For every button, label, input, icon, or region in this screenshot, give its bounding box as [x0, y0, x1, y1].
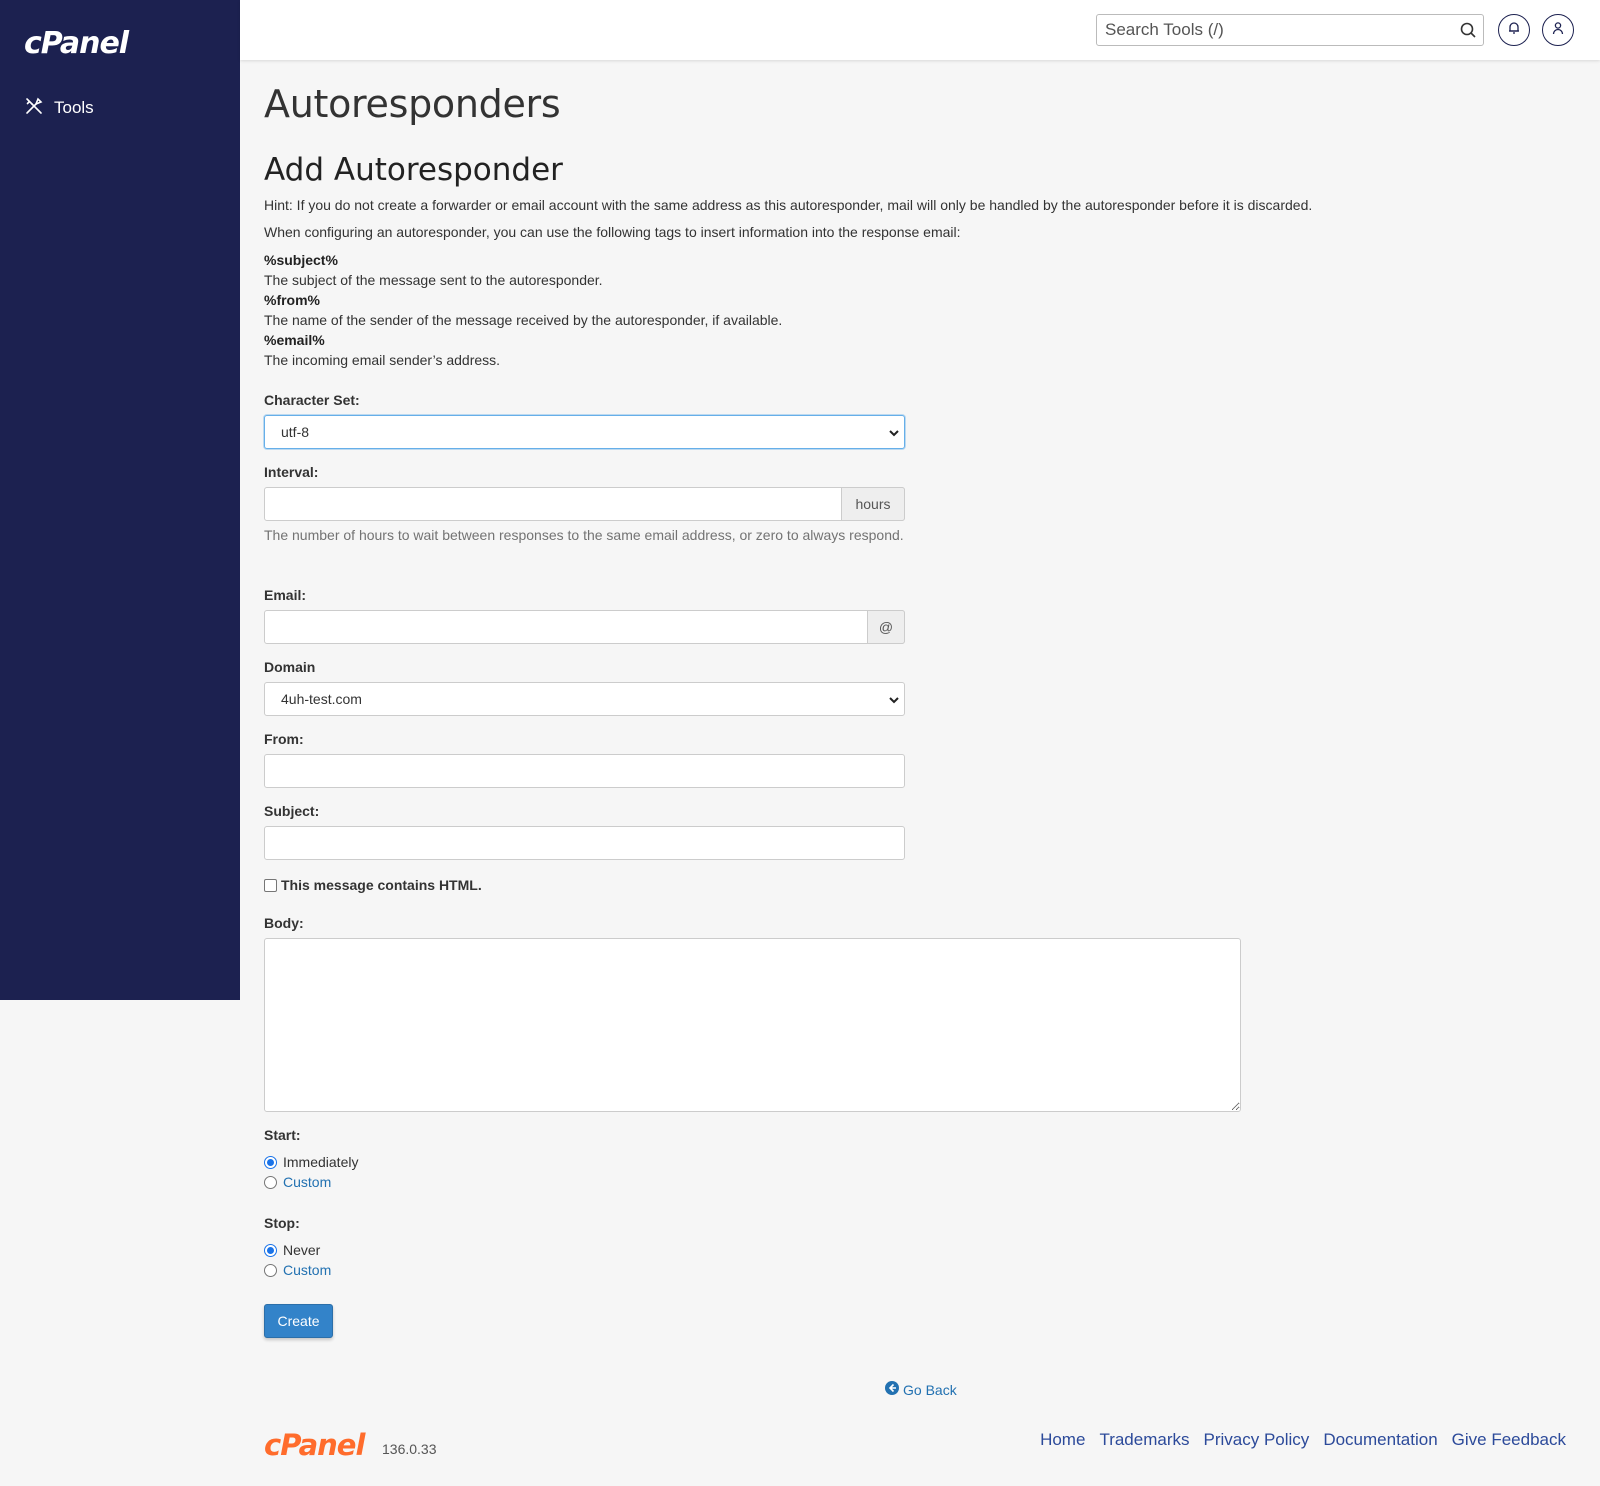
section-title: Add Autoresponder: [264, 152, 563, 188]
start-immediately-option[interactable]: Immediately: [264, 1154, 358, 1174]
hint-text: Hint: If you do not create a forwarder o…: [264, 197, 1313, 213]
tags-intro: When configuring an autoresponder, you c…: [264, 224, 961, 240]
body-textarea[interactable]: [264, 938, 1241, 1112]
footer-cpanel-logo: cPanel: [264, 1428, 365, 1462]
charset-label: Character Set:: [264, 392, 360, 408]
stop-never-option[interactable]: Never: [264, 1242, 320, 1262]
email-label: Email:: [264, 587, 307, 603]
start-immediately-label: Immediately: [283, 1154, 359, 1170]
page-title: Autoresponders: [264, 82, 561, 126]
go-back-label: Go Back: [903, 1381, 957, 1398]
notifications-button[interactable]: [1498, 14, 1530, 46]
body-label: Body:: [264, 915, 304, 931]
start-immediately-radio[interactable]: [264, 1156, 277, 1169]
tools-icon: [24, 96, 44, 121]
tag-subject: %subject%: [264, 252, 338, 268]
sidebar-item-tools[interactable]: Tools: [24, 94, 94, 122]
start-custom-option[interactable]: Custom: [264, 1174, 331, 1194]
stop-never-radio[interactable]: [264, 1244, 277, 1257]
email-group: @: [264, 610, 905, 644]
stop-custom-radio[interactable]: [264, 1264, 277, 1277]
cpanel-logo[interactable]: cPanel: [24, 26, 129, 61]
chevron-down-icon: [888, 426, 900, 444]
from-field-box: [264, 754, 905, 788]
tag-subject-desc: The subject of the message sent to the a…: [264, 272, 603, 288]
domain-value: 4uh-test.com: [281, 691, 362, 707]
email-at-addon: @: [867, 610, 905, 644]
subject-label: Subject:: [264, 803, 320, 819]
subject-field[interactable]: [265, 827, 904, 859]
create-button[interactable]: Create: [264, 1304, 333, 1338]
footer-link-documentation[interactable]: Documentation: [1323, 1430, 1437, 1450]
email-field[interactable]: [265, 611, 868, 643]
interval-group: hours: [264, 487, 905, 521]
user-icon: [1551, 21, 1565, 40]
tag-email-desc: The incoming email sender’s address.: [264, 352, 501, 368]
domain-label: Domain: [264, 659, 316, 675]
go-back-link[interactable]: Go Back: [885, 1381, 957, 1398]
stop-custom-option[interactable]: Custom: [264, 1262, 331, 1282]
interval-label: Interval:: [264, 464, 319, 480]
bell-icon: [1507, 21, 1521, 40]
tag-from: %from%: [264, 292, 321, 308]
stop-custom-link[interactable]: Custom: [283, 1262, 331, 1278]
footer-link-privacy-policy[interactable]: Privacy Policy: [1204, 1430, 1310, 1450]
interval-addon: hours: [841, 487, 905, 521]
tag-from-desc: The name of the sender of the message re…: [264, 312, 783, 328]
interval-input[interactable]: [265, 488, 840, 520]
charset-select[interactable]: utf-8: [264, 415, 905, 449]
html-checkbox[interactable]: [264, 879, 277, 892]
html-checkbox-label[interactable]: This message contains HTML.: [281, 877, 482, 893]
html-checkbox-row: This message contains HTML.: [264, 877, 482, 893]
footer-links: Home Trademarks Privacy Policy Documenta…: [1040, 1430, 1566, 1450]
interval-help: The number of hours to wait between resp…: [264, 527, 904, 543]
tag-email: %email%: [264, 332, 325, 348]
footer-link-trademarks[interactable]: Trademarks: [1099, 1430, 1189, 1450]
search-box: [1096, 14, 1484, 46]
charset-value: utf-8: [281, 424, 310, 440]
search-input[interactable]: [1097, 15, 1437, 45]
top-bar: [240, 0, 1600, 60]
footer-link-home[interactable]: Home: [1040, 1430, 1085, 1450]
from-label: From:: [264, 731, 304, 747]
start-custom-radio[interactable]: [264, 1176, 277, 1189]
footer-link-give-feedback[interactable]: Give Feedback: [1452, 1430, 1566, 1450]
sidebar: cPanel Tools: [0, 0, 240, 1000]
stop-never-label: Never: [283, 1242, 321, 1258]
from-field[interactable]: [265, 755, 904, 787]
domain-select[interactable]: 4uh-test.com: [264, 682, 905, 716]
arrow-left-circle-icon: [885, 1381, 899, 1398]
chevron-down-icon: [888, 693, 900, 711]
user-menu-button[interactable]: [1542, 14, 1574, 46]
version-text: 136.0.33: [382, 1441, 437, 1457]
sidebar-item-label: Tools: [54, 98, 94, 117]
start-custom-link[interactable]: Custom: [283, 1174, 331, 1190]
search-icon[interactable]: [1459, 21, 1477, 44]
subject-field-box: [264, 826, 905, 860]
start-label: Start:: [264, 1127, 301, 1143]
stop-label: Stop:: [264, 1215, 300, 1231]
